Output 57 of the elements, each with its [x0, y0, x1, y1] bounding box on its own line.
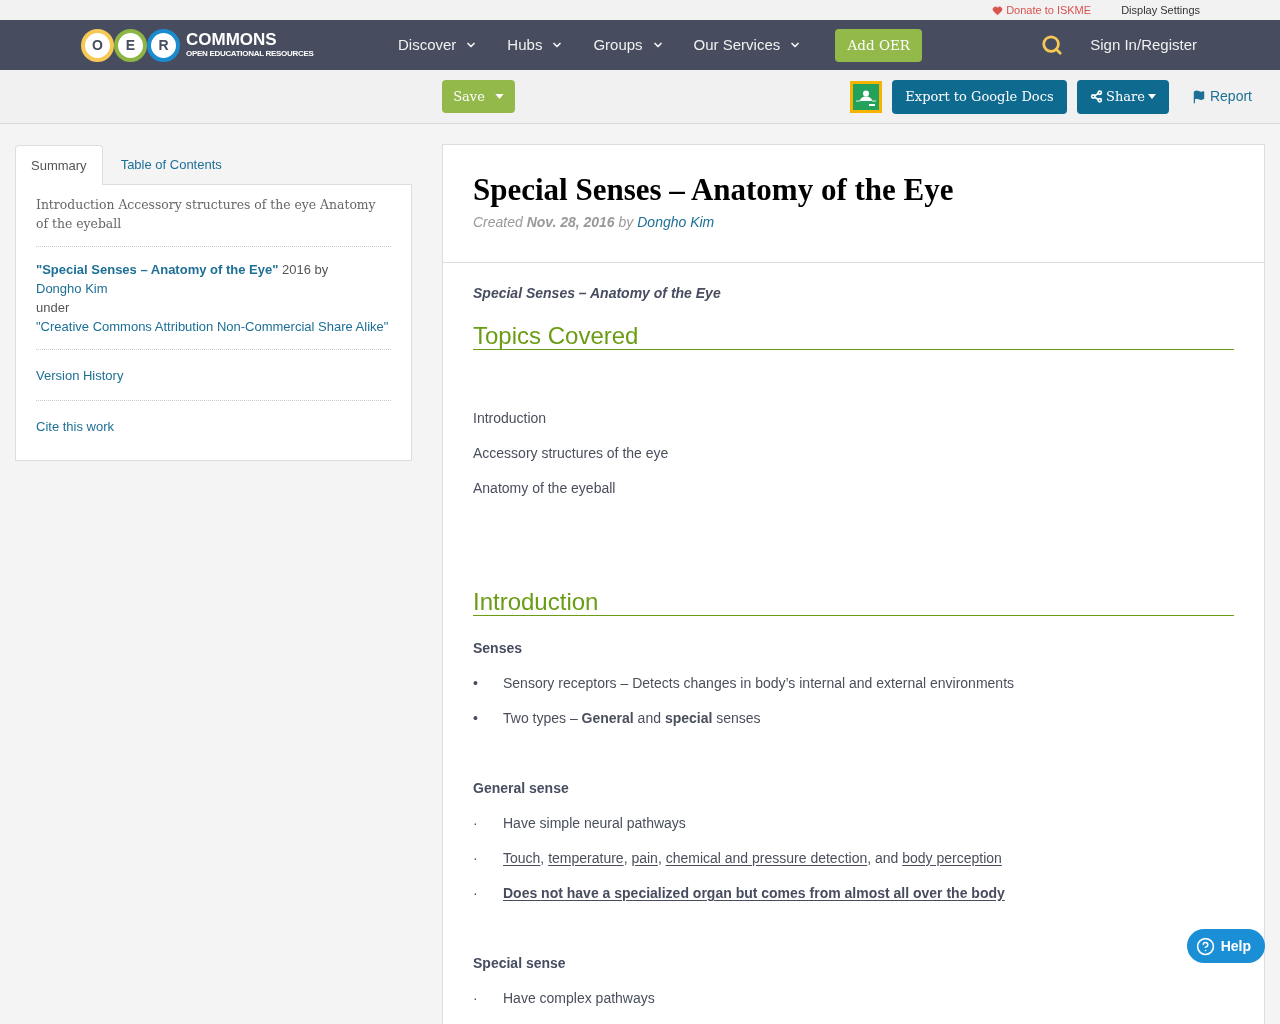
sidebar-tab[interactable]: Summary [15, 145, 103, 185]
summary-text: Introduction Accessory structures of the eye Anatomy of the eyeball [36, 196, 377, 233]
content-subtitle: Special Senses – Anatomy of the Eye [473, 284, 721, 303]
share-button[interactable]: Share [1076, 79, 1169, 114]
sidebar-link[interactable]: Cite this work [36, 419, 115, 434]
attribution-text: "Special Senses – Anatomy of the Eye" 2016 by Dongho Kim under "Creative Commons Attribution Non-Commercial Share Alike" [36, 261, 390, 336]
heart-icon [992, 4, 1004, 16]
author-link[interactable]: Dongho Kim [36, 281, 108, 296]
help-button[interactable]: Help [1186, 929, 1265, 963]
logo-tagline: OPEN EDUCATIONAL RESOURCES [186, 49, 314, 59]
list-item-text: Sensory receptors – Detects changes in body’s internal and external environments [503, 674, 1015, 693]
list-item-text: Two types – General and special senses [503, 709, 761, 728]
resource-title-link[interactable]: "Special Senses – Anatomy of the Eye" [36, 262, 279, 277]
sidebar-link[interactable]: Version History [36, 368, 124, 383]
list-item-text: Does not have a specialized organ but comes from almost all over the body [503, 884, 1005, 903]
bullet-marker: • [473, 674, 479, 693]
bullet-marker: · [473, 814, 479, 833]
nav-menu-item[interactable]: Groups [593, 33, 664, 57]
bullet-marker: · [473, 989, 479, 1008]
section-heading: Topics Covered [473, 322, 1234, 350]
display-settings-link[interactable]: Display Settings [1121, 1, 1200, 19]
classroom-icon[interactable] [849, 80, 882, 113]
topic-item: Anatomy of the eyeball [473, 479, 616, 498]
section-heading: Introduction [473, 588, 1234, 616]
list-item-text: Touch, temperature, pain, chemical and pressure detection, and body perception [503, 849, 1002, 868]
topic-item: Accessory structures of the eye [473, 444, 669, 463]
list-item-text: Have complex pathways [503, 989, 655, 1008]
license-link[interactable]: "Creative Commons Attribution Non-Commercial Share Alike" [36, 319, 389, 334]
resource-title: Special Senses – Anatomy of the Eye [473, 171, 954, 209]
nav-menu-item[interactable]: Our Services [693, 33, 802, 57]
sign-in-link[interactable]: Sign In/Register [1090, 33, 1197, 57]
subsection-heading: Senses [473, 639, 523, 658]
bullet-marker: · [473, 884, 479, 903]
sidebar-tab[interactable]: Table of Contents [104, 145, 238, 185]
bullet-marker: • [473, 709, 479, 728]
help-icon [1195, 936, 1215, 956]
nav-menu-item[interactable]: Hubs [507, 33, 564, 57]
share-icon [1090, 90, 1103, 103]
subsection-heading: General sense [473, 779, 569, 798]
caret-icon [1147, 94, 1156, 99]
logo-letter: R [147, 28, 180, 62]
author-link[interactable]: Dongho Kim [637, 214, 715, 230]
logo-wordmark: COMMONS [186, 31, 277, 49]
created-info: Created Nov. 28, 2016 by Dongho Kim [473, 213, 715, 232]
logo-letter: O [81, 28, 114, 62]
flag-icon [1191, 89, 1206, 104]
nav-menu-item[interactable]: Discover [398, 33, 478, 57]
list-item-text: Have simple neural pathways [503, 814, 686, 833]
bullet-marker: · [473, 849, 479, 868]
donate-link[interactable]: Donate to ISKME [992, 1, 1092, 19]
report-link[interactable]: Report [1191, 86, 1252, 107]
subsection-heading: Special sense [473, 954, 566, 973]
topic-item: Introduction [473, 409, 547, 428]
search-icon[interactable] [1041, 34, 1064, 56]
export-button[interactable]: Export to Google Docs [891, 79, 1067, 114]
logo-letter: E [114, 28, 147, 62]
caret-icon [494, 94, 504, 99]
